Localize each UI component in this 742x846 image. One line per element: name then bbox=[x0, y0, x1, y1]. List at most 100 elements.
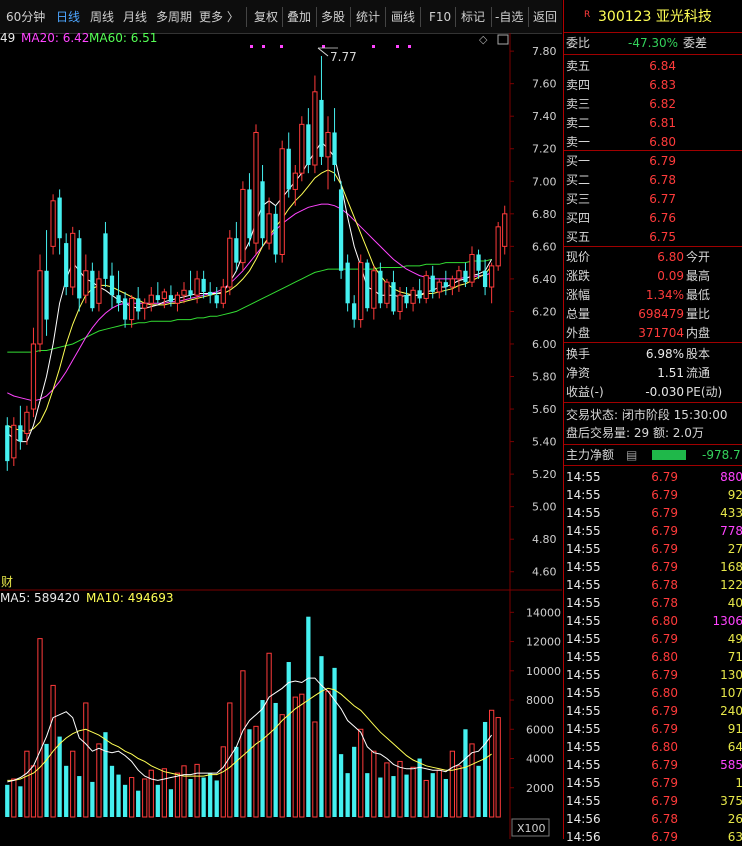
stat-row-0: 换手 6.98% 股本 bbox=[566, 347, 711, 361]
candle bbox=[50, 200, 56, 247]
candle bbox=[338, 189, 344, 271]
candle bbox=[279, 148, 285, 255]
candle bbox=[109, 275, 115, 296]
tick-row: 14:55 6.78 40 bbox=[566, 596, 742, 610]
list-icon[interactable]: ▤ bbox=[626, 446, 637, 464]
ask-row-3: 卖三 6.82 bbox=[566, 97, 676, 111]
volume-bar bbox=[234, 746, 239, 817]
vol-unit: X100 bbox=[517, 822, 546, 835]
volume-tick: 14000 bbox=[526, 606, 561, 619]
volume-bar bbox=[476, 765, 481, 817]
volume-tick: 12000 bbox=[526, 636, 561, 649]
volume-bar bbox=[122, 784, 128, 817]
volume-tick: 2000 bbox=[526, 782, 554, 795]
volume-bar bbox=[423, 779, 429, 818]
finance-tag[interactable]: 财 bbox=[1, 575, 13, 589]
stock-header: R 300123 亚光科技 bbox=[564, 8, 742, 28]
candle bbox=[83, 270, 89, 296]
volume-bar bbox=[24, 750, 30, 818]
f10-button[interactable]: F10 bbox=[429, 8, 451, 26]
candle bbox=[443, 282, 448, 288]
main-flow-row[interactable]: 主力净额 ▤ -978.7 bbox=[566, 446, 742, 464]
candle bbox=[155, 295, 160, 301]
signal-dot bbox=[280, 45, 283, 48]
candle bbox=[332, 132, 337, 166]
quote-panel: R 300123 亚光科技 委比 -47.30% 委差 卖五 6.84 卖四 6.83… bbox=[563, 0, 742, 844]
volume-tick: 6000 bbox=[526, 723, 554, 736]
stock-name[interactable]: 300123 亚光科技 bbox=[598, 8, 712, 26]
volume-bar bbox=[495, 717, 501, 818]
volume-bar bbox=[136, 790, 141, 817]
tick-row: 14:55 6.80 64 bbox=[566, 740, 742, 754]
signal-dot bbox=[262, 45, 265, 48]
candle bbox=[77, 238, 82, 299]
volume-bar bbox=[96, 743, 102, 818]
volume-bar bbox=[208, 773, 213, 817]
window-icon[interactable] bbox=[497, 34, 509, 45]
volume-bar bbox=[430, 773, 435, 817]
candle bbox=[423, 275, 429, 299]
statistics-button[interactable]: 统计 bbox=[356, 8, 380, 26]
tick-row: 14:56 6.78 26 bbox=[566, 812, 742, 826]
candle bbox=[312, 91, 318, 166]
mark-button[interactable]: 标记 bbox=[461, 8, 485, 26]
overlay-button[interactable]: 叠加 bbox=[287, 8, 311, 26]
svg-text:MA5: 589420: MA5: 589420 bbox=[0, 591, 80, 605]
candle bbox=[378, 270, 383, 304]
candle bbox=[489, 265, 495, 288]
adjust-button[interactable]: 复权 bbox=[254, 8, 278, 26]
tab-multi-period[interactable]: 多周期 bbox=[156, 8, 192, 26]
tab-daily[interactable]: 日线 bbox=[56, 8, 80, 26]
candle bbox=[64, 243, 69, 288]
volume-bar bbox=[11, 778, 17, 818]
tab-60min[interactable]: 60分钟 bbox=[6, 8, 45, 26]
diamond-icon[interactable]: ◇ bbox=[479, 33, 488, 46]
price-tick: 4.80 bbox=[532, 533, 557, 546]
volume-bar bbox=[64, 765, 69, 817]
price-tick: 7.40 bbox=[532, 110, 557, 123]
candle bbox=[495, 226, 501, 267]
draw-line-button[interactable]: 画线 bbox=[391, 8, 415, 26]
kline-chart-area[interactable]: 60分钟 日线 周线 月线 多周期 更多 〉 复权 叠加 多股 统计 画线 F1… bbox=[0, 0, 562, 839]
candle bbox=[57, 197, 62, 239]
volume-bar bbox=[482, 721, 488, 817]
volume-bar bbox=[214, 780, 219, 817]
multi-stock-button[interactable]: 多股 bbox=[321, 8, 345, 26]
volume-bar bbox=[168, 789, 174, 817]
tick-row: 14:55 6.80 1306 bbox=[566, 614, 742, 628]
tick-row: 14:55 6.79 91 bbox=[566, 722, 742, 736]
tab-monthly[interactable]: 月线 bbox=[123, 8, 147, 26]
volume-bar bbox=[194, 763, 200, 818]
tab-weekly[interactable]: 周线 bbox=[90, 8, 114, 26]
volume-bar bbox=[129, 777, 135, 818]
price-tick: 6.00 bbox=[532, 338, 557, 351]
candle bbox=[404, 295, 409, 304]
price-tick: 7.20 bbox=[532, 143, 557, 156]
price-tick: 5.00 bbox=[532, 501, 557, 514]
volume-bar bbox=[299, 693, 305, 818]
back-button[interactable]: 返回 bbox=[533, 8, 557, 26]
more-menu[interactable]: 更多 〉 bbox=[199, 8, 239, 26]
volume-bar bbox=[57, 736, 62, 817]
volume-tick: 8000 bbox=[526, 694, 554, 707]
candle bbox=[208, 291, 213, 296]
price-tick: 5.40 bbox=[532, 436, 557, 449]
candle bbox=[319, 99, 324, 157]
volume-bar bbox=[449, 750, 455, 818]
price-tick: 6.40 bbox=[532, 273, 557, 286]
candle bbox=[90, 270, 95, 309]
chart-toolbar: 60分钟 日线 周线 月线 多周期 更多 〉 复权 叠加 多股 统计 画线 F1… bbox=[0, 0, 562, 34]
volume-tick: 4000 bbox=[526, 753, 554, 766]
candle bbox=[266, 213, 272, 244]
volume-bar bbox=[365, 773, 370, 817]
candle bbox=[391, 282, 396, 312]
candle bbox=[371, 270, 377, 309]
volume-bar bbox=[188, 778, 193, 817]
bid-row-1: 买一 6.79 bbox=[566, 154, 676, 168]
candle bbox=[345, 262, 350, 304]
volume-bar bbox=[148, 769, 154, 818]
bid-row-2: 买二 6.78 bbox=[566, 173, 676, 187]
candle bbox=[247, 189, 252, 239]
candle bbox=[476, 254, 481, 271]
watchlist-button[interactable]: -自选 bbox=[495, 8, 523, 26]
